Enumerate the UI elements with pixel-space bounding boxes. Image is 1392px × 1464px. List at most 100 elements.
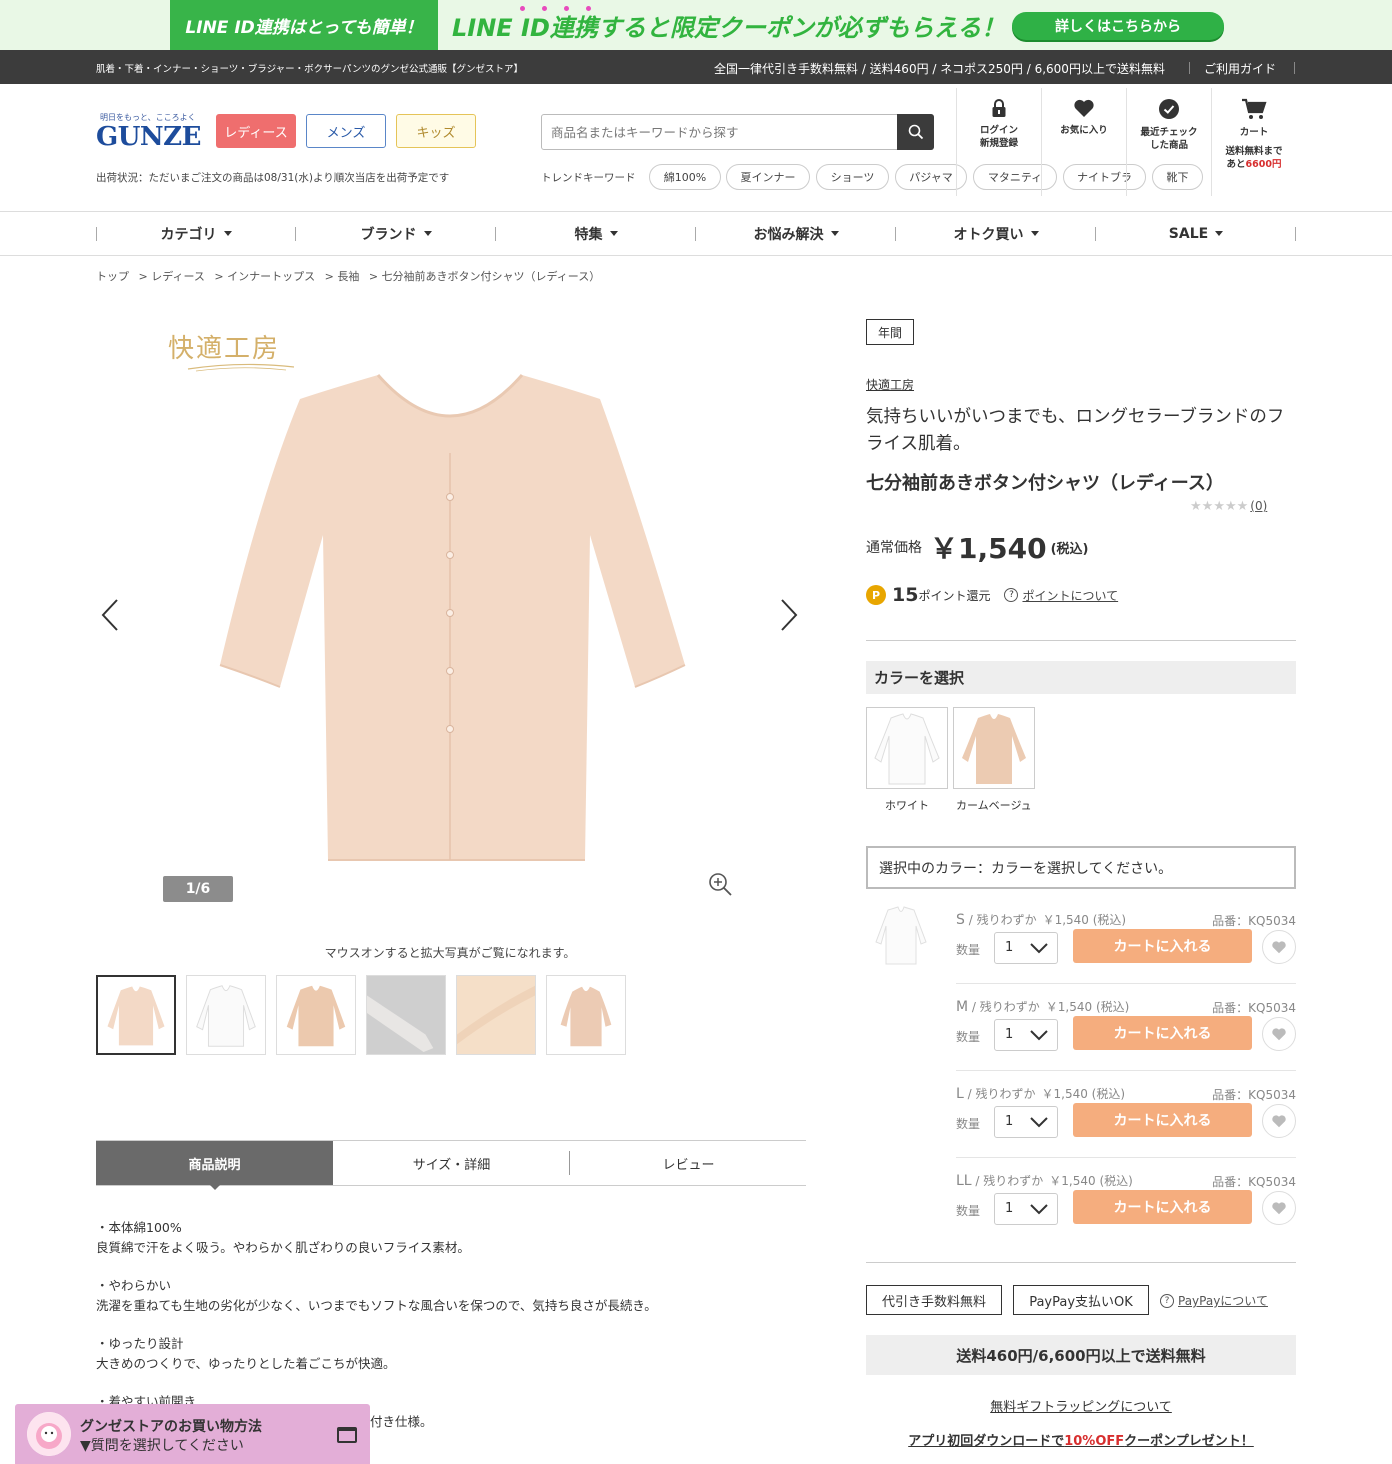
nav-feature[interactable]: 特集 bbox=[496, 212, 696, 255]
search-input[interactable] bbox=[542, 115, 898, 149]
previous-image-arrow[interactable] bbox=[99, 598, 121, 632]
favorite-button[interactable] bbox=[1262, 930, 1296, 964]
thumbnail-sleeve-detail[interactable] bbox=[366, 975, 446, 1055]
favorites-label: お気に入り bbox=[1060, 125, 1108, 136]
breadcrumb-item[interactable]: > 長袖 bbox=[325, 270, 360, 283]
nav-sale[interactable]: SALE bbox=[1096, 212, 1296, 255]
sku-stock: / 残りわずか bbox=[968, 1000, 1040, 1014]
gunze-logo[interactable]: 明日をもっと、こころよく GUNZE bbox=[96, 112, 201, 152]
breadcrumb-item[interactable]: > レディース bbox=[139, 270, 205, 283]
heart-icon bbox=[1272, 1028, 1286, 1041]
nav-brand[interactable]: ブランド bbox=[296, 212, 496, 255]
usage-guide-link[interactable]: ご利用ガイド bbox=[1204, 60, 1276, 77]
caret-down-icon bbox=[1030, 231, 1039, 236]
login-link[interactable]: ログイン 新規登録 bbox=[957, 88, 1041, 200]
nav-label: オトク買い bbox=[953, 226, 1024, 243]
thumbnail-beige-back[interactable] bbox=[276, 975, 356, 1055]
zoom-in-icon[interactable] bbox=[707, 871, 733, 897]
product-title: 七分袖前あきボタン付シャツ（レディース） bbox=[866, 473, 1224, 494]
sku-info: M / 残りわずか ￥1,540 (税込) bbox=[956, 998, 1129, 1015]
breadcrumb-item[interactable]: > インナートップス bbox=[214, 270, 315, 283]
nav-deals[interactable]: オトク買い bbox=[896, 212, 1096, 255]
search-button[interactable] bbox=[897, 114, 934, 150]
cart-link[interactable]: カート 送料無料まで あと6600円 bbox=[1212, 88, 1296, 200]
nav-solutions[interactable]: お悩み解決 bbox=[696, 212, 896, 255]
favorite-button[interactable] bbox=[1262, 1104, 1296, 1138]
quantity-value: 1 bbox=[1005, 940, 1014, 955]
trend-keyword[interactable]: ショーツ bbox=[816, 164, 889, 190]
price: ￥1,540 bbox=[930, 532, 1047, 565]
favorite-button[interactable] bbox=[1262, 1017, 1296, 1051]
tab-reviews[interactable]: レビュー bbox=[570, 1141, 807, 1185]
app-link-suffix: クーポンプレゼント！ bbox=[1124, 1434, 1254, 1449]
line-banner[interactable]: LINE ID連携はとっても簡単！ LINE ID連携すると限定クーポンが必ずも… bbox=[0, 0, 1392, 50]
breadcrumb-item[interactable]: トップ bbox=[96, 270, 129, 283]
sku-size: L bbox=[956, 1086, 964, 1102]
quantity-select[interactable]: 1 bbox=[994, 932, 1058, 964]
window-icon[interactable] bbox=[337, 1427, 357, 1443]
quantity-label: 数量 bbox=[956, 1117, 981, 1131]
nav-label: カテゴリ bbox=[160, 226, 217, 243]
quantity-select[interactable]: 1 bbox=[994, 1019, 1058, 1051]
sku-size: LL bbox=[956, 1173, 972, 1189]
thumbnail-white-front[interactable] bbox=[186, 975, 266, 1055]
favorites-link[interactable]: お気に入り bbox=[1042, 88, 1126, 200]
sku-row-ll: LL / 残りわずか ￥1,540 (税込) 品番：KQ5034 数量 1 カート… bbox=[956, 1172, 1296, 1259]
mens-button[interactable]: メンズ bbox=[306, 114, 386, 148]
kids-button[interactable]: キッズ bbox=[396, 114, 476, 148]
trend-keyword[interactable]: 綿100% bbox=[649, 164, 721, 190]
brand-link[interactable]: 快適工房 bbox=[866, 376, 914, 393]
product-main-image[interactable] bbox=[210, 365, 690, 865]
shopping-help-chat[interactable]: グンゼストアのお買い物方法 ▼質問を選択してください bbox=[15, 1404, 370, 1464]
thumbnail-beige-front[interactable] bbox=[96, 975, 176, 1055]
quantity-select[interactable]: 1 bbox=[994, 1106, 1058, 1138]
quantity-label: 数量 bbox=[956, 1204, 981, 1218]
heart-icon bbox=[1272, 1115, 1286, 1128]
paypay-ok-badge: PayPay支払いOK bbox=[1013, 1285, 1149, 1315]
color-swatch-calm-beige[interactable] bbox=[953, 707, 1035, 789]
login-label: ログイン bbox=[979, 125, 1018, 136]
question-icon: ? bbox=[1004, 588, 1019, 602]
tab-size-details[interactable]: サイズ・詳細 bbox=[333, 1141, 570, 1185]
banner-left-label: LINE ID連携はとっても簡単！ bbox=[170, 0, 438, 50]
thumbnail-model[interactable] bbox=[546, 975, 626, 1055]
star-icon: ★ bbox=[1190, 499, 1202, 514]
quantity-select[interactable]: 1 bbox=[994, 1193, 1058, 1225]
season-badge: 年間 bbox=[866, 319, 914, 345]
chevron-down-icon bbox=[1030, 1030, 1048, 1041]
thumbnail-fabric-detail[interactable] bbox=[456, 975, 536, 1055]
app-link-prefix: アプリ初回ダウンロードで bbox=[908, 1434, 1065, 1449]
trend-keyword[interactable]: 夏インナー bbox=[726, 164, 810, 190]
divider bbox=[1295, 227, 1296, 241]
gift-wrapping-link[interactable]: 無料ギフトラッピングについて bbox=[866, 1396, 1296, 1415]
divider bbox=[866, 1262, 1296, 1263]
feature-title: ・ゆったり設計 bbox=[96, 1336, 184, 1351]
shipping-fee-box: 送料460円/6,600円以上で送料無料 bbox=[866, 1335, 1296, 1375]
nav-category[interactable]: カテゴリ bbox=[96, 212, 296, 255]
add-to-cart-button[interactable]: カートに入れる bbox=[1073, 1016, 1252, 1050]
recently-viewed-link[interactable]: 最近チェック した商品 bbox=[1127, 88, 1211, 200]
add-to-cart-button[interactable]: カートに入れる bbox=[1073, 1103, 1252, 1137]
review-count[interactable]: (0) bbox=[1250, 499, 1267, 513]
points-info-link[interactable]: ポイントについて bbox=[1022, 587, 1118, 604]
banner-details-button[interactable]: 詳しくはこちらから bbox=[1012, 12, 1224, 40]
cart-note-prefix: あと bbox=[1226, 159, 1246, 170]
favorite-button[interactable] bbox=[1262, 1191, 1296, 1225]
quantity-value: 1 bbox=[1005, 1027, 1014, 1042]
rating-stars[interactable]: ★★★★★ (0) bbox=[1190, 499, 1267, 514]
tab-description[interactable]: 商品説明 bbox=[96, 1141, 333, 1185]
color-swatch-white[interactable] bbox=[866, 707, 948, 789]
sku-code: 品番：KQ5034 bbox=[1212, 1088, 1296, 1102]
price-label: 通常価格 bbox=[866, 540, 922, 556]
sku-stock: / 残りわずか bbox=[963, 1087, 1036, 1101]
ladies-button[interactable]: レディース bbox=[216, 114, 296, 148]
sku-row-s: S / 残りわずか ￥1,540 (税込) 品番：KQ5034 数量 1 カートに… bbox=[956, 911, 1296, 998]
recent-label-1: 最近チェック bbox=[1140, 127, 1198, 138]
add-to-cart-button[interactable]: カートに入れる bbox=[1073, 1190, 1252, 1224]
app-coupon-link[interactable]: アプリ初回ダウンロードで10%OFFクーポンプレゼント！ bbox=[866, 1430, 1296, 1449]
next-image-arrow[interactable] bbox=[778, 598, 800, 632]
divider bbox=[956, 983, 1296, 984]
add-to-cart-button[interactable]: カートに入れる bbox=[1073, 929, 1252, 963]
zoom-hint: マウスオンすると拡大写真がご覧になれます。 bbox=[324, 946, 576, 960]
paypay-info-link[interactable]: ? PayPayについて bbox=[1160, 1292, 1268, 1309]
